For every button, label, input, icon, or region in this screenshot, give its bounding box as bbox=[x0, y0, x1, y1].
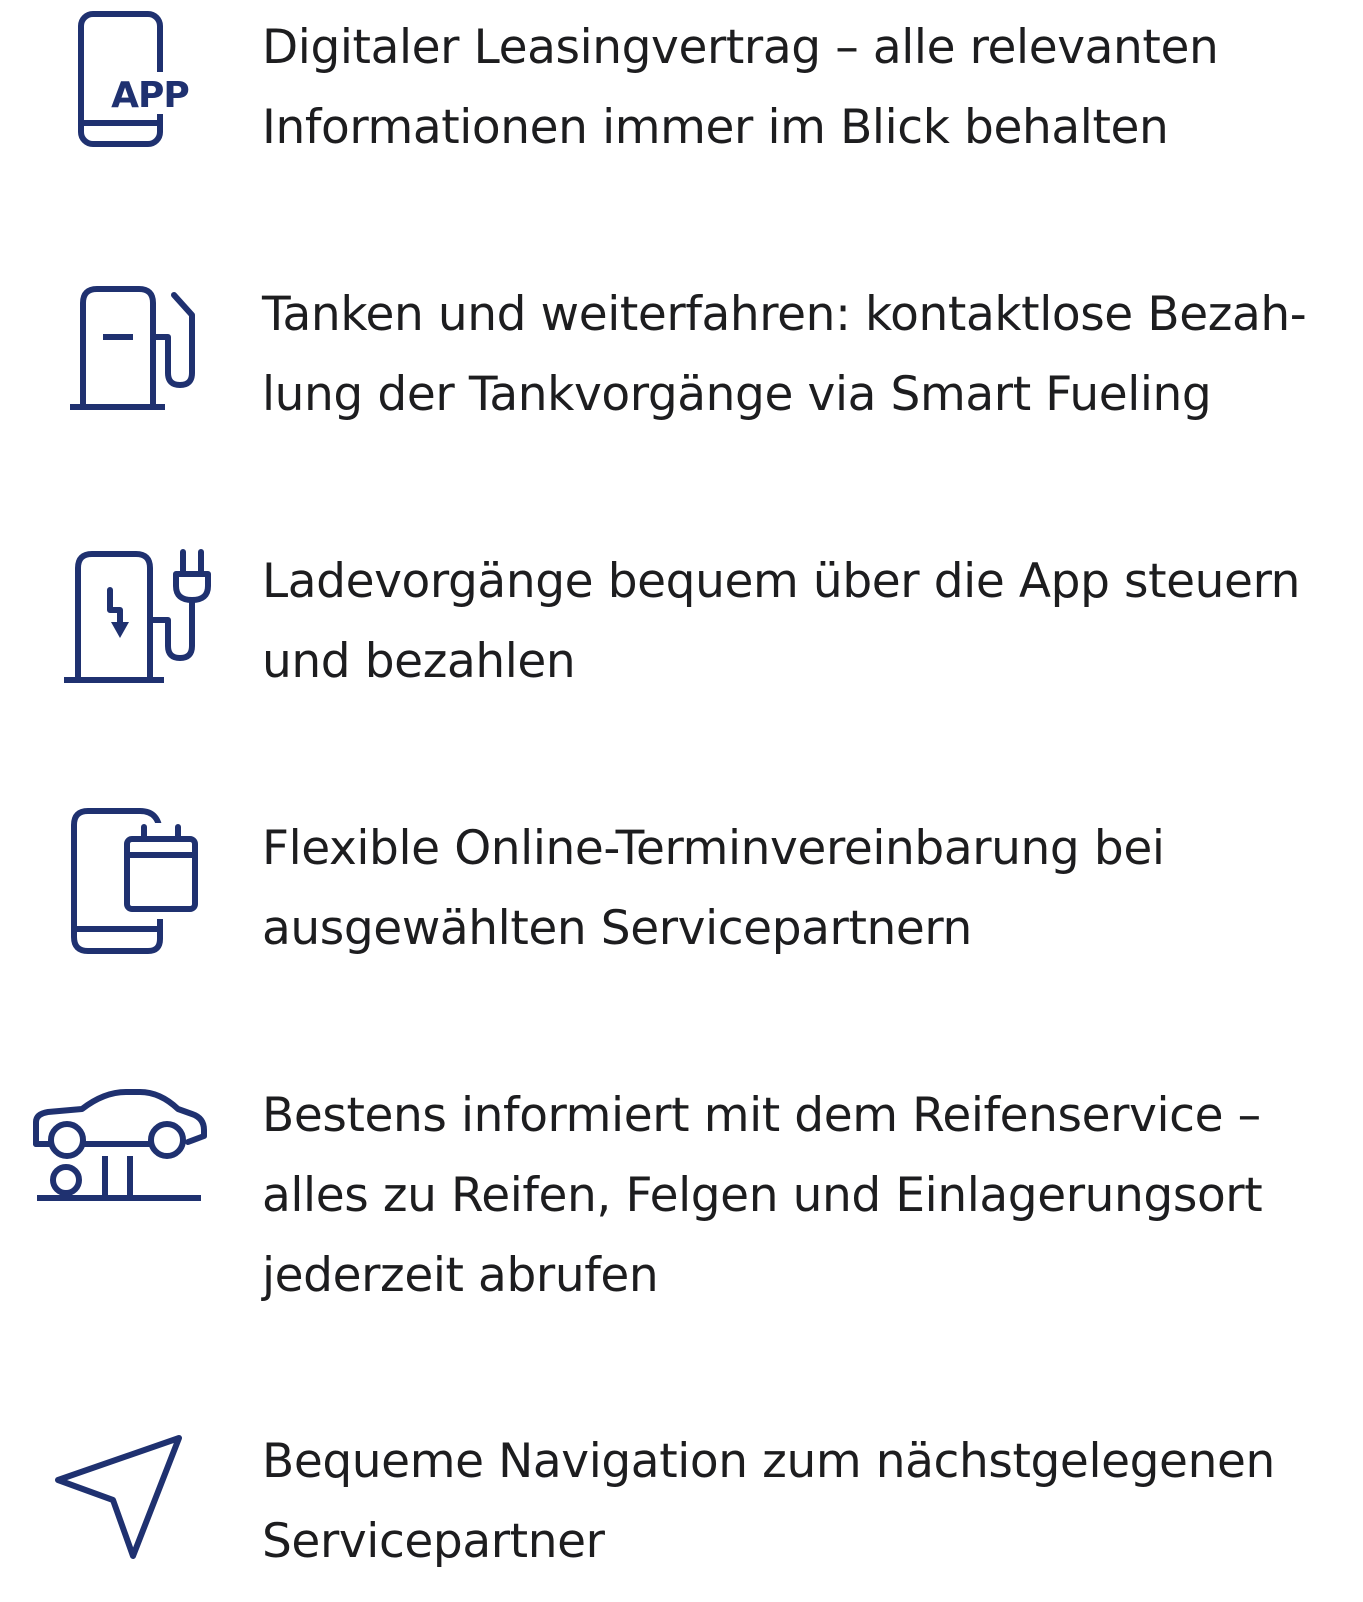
feature-text: Tanken und weiterfahren: kontaktlose Bez… bbox=[262, 287, 1307, 422]
fuel-pump-icon bbox=[0, 275, 240, 455]
smartphone-calendar-icon bbox=[0, 808, 240, 989]
feature-text: Bequeme Navigation zum nächstgelegenen S… bbox=[262, 1434, 1275, 1569]
feature-text: Digitaler Leasingvertrag – alle relevant… bbox=[262, 20, 1219, 155]
navigation-arrow-icon bbox=[0, 1422, 240, 1602]
feature-list-page: { "colors": { "icon": "#1f3170", "text":… bbox=[0, 0, 1363, 1569]
svg-text:APP: APP bbox=[111, 75, 189, 116]
ev-charging-station-icon bbox=[0, 542, 240, 722]
smartphone-app-icon: APP bbox=[0, 8, 240, 188]
feature-text: Bestens informiert mit dem Reifenservice… bbox=[262, 1088, 1263, 1303]
car-on-lift-icon bbox=[0, 1076, 240, 1256]
feature-text: Ladevorgänge bequem über die App steuern… bbox=[262, 554, 1301, 689]
feature-text: Flexible Online-Terminvereinbarung bei a… bbox=[262, 821, 1165, 956]
